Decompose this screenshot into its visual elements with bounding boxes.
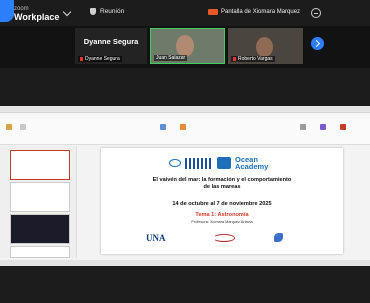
university-logo: UNA [146,233,166,243]
participant-name-large: Dyanne Segura [83,37,139,46]
shield-icon [90,8,96,15]
slide-thumbnail[interactable] [10,150,70,180]
share-status[interactable]: Pantalla de Xiomara Marquez [208,9,300,15]
addins-icon [340,124,346,130]
ocean-academy-logo-icon [217,157,231,169]
mic-muted-icon [80,57,83,61]
next-page-button[interactable] [311,37,324,50]
slide-topic: Tema 1: Astronomía [195,212,249,218]
logo-icon [169,159,181,167]
new-slide-icon [20,124,26,130]
zoom-window: zoom Workplace Reunión Pantalla de Xioma… [0,0,370,303]
title-bar [0,106,370,113]
participant-label: Dyanne Segura [78,56,122,62]
slide-professor: Profesora: Xiomara Márquez Artavia [191,220,253,224]
slide-thumbnail[interactable] [10,214,70,244]
copilot-icon [320,124,326,130]
logo-icon [185,157,213,169]
arrange-icon [180,124,186,130]
slide-thumbnail[interactable] [10,246,70,258]
slide-thumbnails [0,146,77,258]
participant-video [256,37,273,57]
app-logo: zoom Workplace [14,5,60,22]
chevron-down-icon[interactable] [62,7,72,17]
slide-dates: 14 de octubre al 7 de noviembre 2025 [172,201,272,207]
partner-logo-icon [213,234,235,242]
meeting-info[interactable]: Reunión [90,8,124,15]
screen-share-icon [208,9,218,15]
participant-label: Juan Salazar [154,55,188,61]
top-bar: zoom Workplace Reunión Pantalla de Xioma… [0,0,370,26]
share-label: Pantalla de Xiomara Marquez [221,9,301,15]
video-tile-active[interactable]: Juan Salazar [150,28,225,64]
participant-video [176,35,194,57]
share-indicator [0,0,14,22]
slide-title: El vaivén del mar: la formación y el com… [152,177,292,190]
designer-icon [300,124,306,130]
minimize-icon[interactable] [311,8,321,18]
status-bar [0,260,370,266]
video-tile[interactable]: Roberto Vargas [228,28,303,64]
partner-logo-icon [274,233,283,242]
mic-muted-icon [233,57,236,61]
shapes-icon [160,124,166,130]
slide-thumbnail[interactable] [10,182,70,212]
shared-screen: Ocean Academy El vaivén del mar: la form… [0,106,370,266]
app-logo-line2: Workplace [14,12,60,22]
slide-logos: Ocean Academy [169,156,268,170]
brand-text: Ocean Academy [235,155,269,171]
paste-icon [6,124,12,130]
video-tile[interactable]: Dyanne Segura Dyanne Segura [75,28,147,64]
ribbon-toolbar [0,119,370,145]
current-slide: Ocean Academy El vaivén del mar: la form… [101,148,343,254]
participant-label: Roberto Vargas [231,56,275,62]
meeting-title: Reunión [100,8,125,15]
